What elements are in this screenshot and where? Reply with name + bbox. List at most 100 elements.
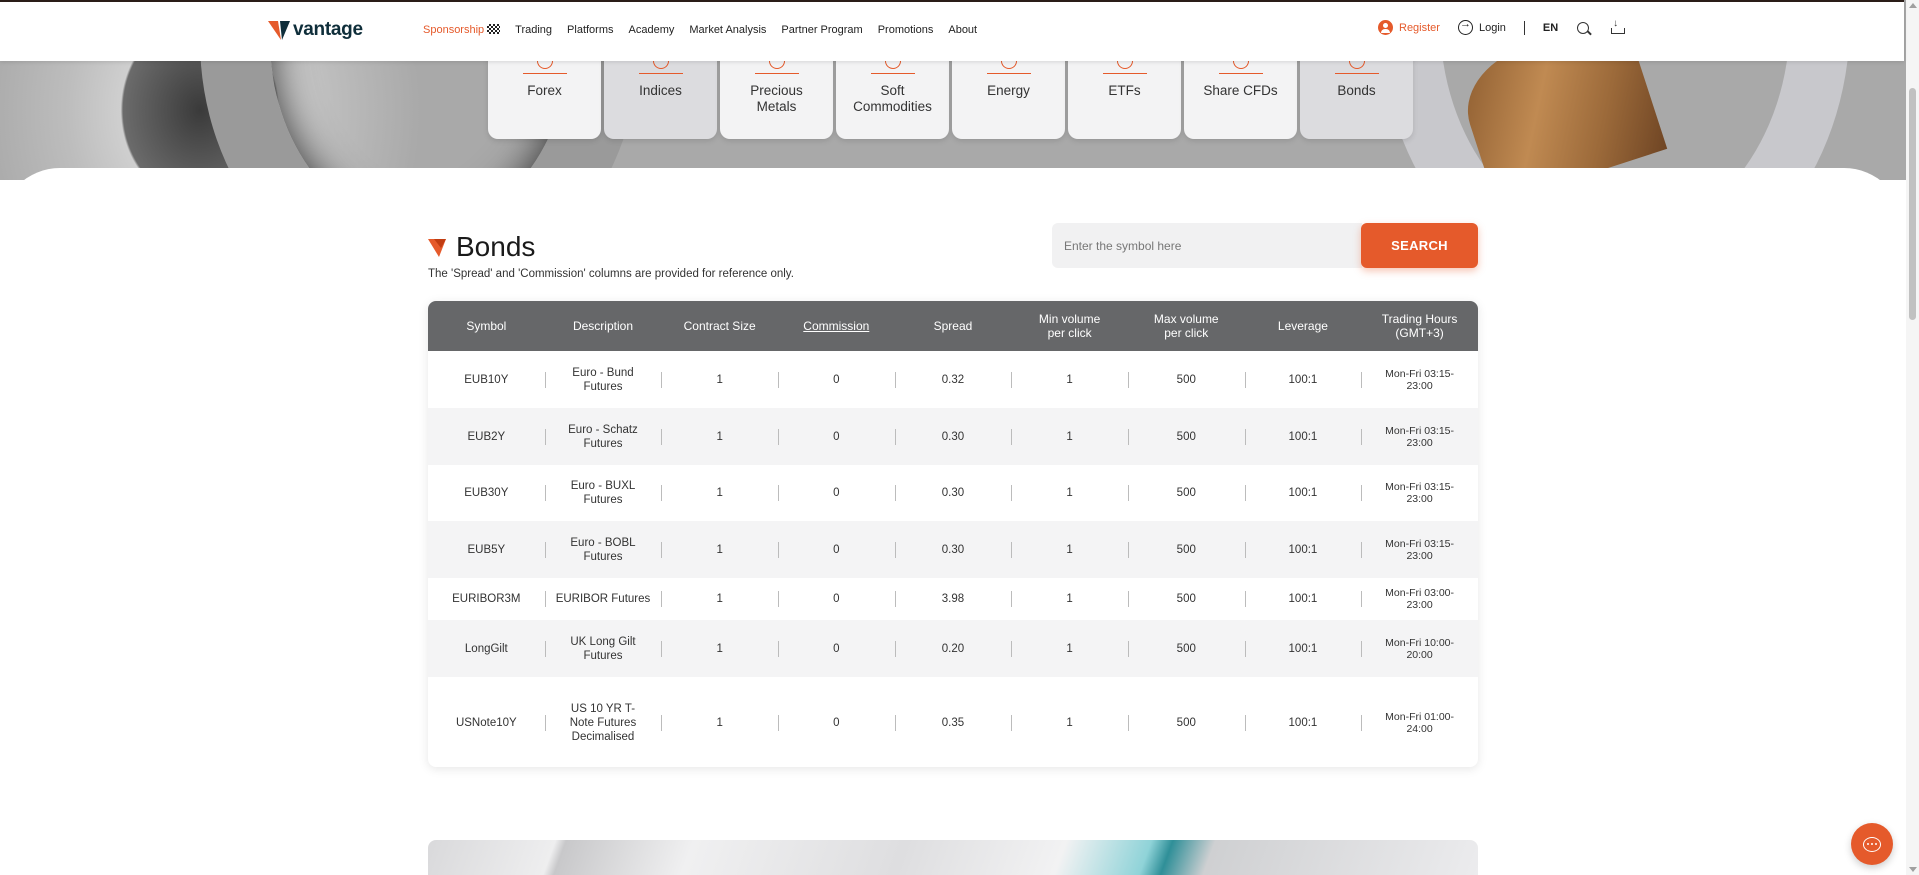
table-cell: 0 xyxy=(777,714,895,731)
column-header-label: Trading Hours (GMT+3) xyxy=(1381,312,1458,340)
column-header: Symbol xyxy=(428,301,545,351)
table-cell-text: 100:1 xyxy=(1288,593,1318,605)
table-cell-text: 1 xyxy=(1066,593,1073,605)
table-cell: UK Long Gilt Futures xyxy=(544,635,662,663)
table-cell: 1 xyxy=(1011,485,1128,501)
table-cell: 0 xyxy=(777,591,895,607)
table-cell-text: EUB5Y xyxy=(467,543,506,556)
nav-item-promotions[interactable]: Promotions xyxy=(878,24,934,36)
table-cell-text: 0.30 xyxy=(941,487,965,499)
nav-item-market-analysis[interactable]: Market Analysis xyxy=(689,24,766,36)
table-row: EUB2Y Euro - Schatz Futures 1 0 0.30 1 500 100:… xyxy=(428,408,1478,465)
section-heading: Bonds xyxy=(428,231,535,263)
vantage-logo-icon xyxy=(268,19,290,41)
table-cell-text: 500 xyxy=(1176,487,1196,499)
page-scrollbar[interactable] xyxy=(1906,0,1919,875)
table-cell: 0 xyxy=(777,428,895,445)
precious-metals-icon xyxy=(754,60,799,74)
table-cell: 100:1 xyxy=(1244,591,1362,607)
table-cell-text: 0 xyxy=(833,487,840,499)
nav-item-about[interactable]: About xyxy=(948,24,977,36)
table-cell: 1 xyxy=(1011,591,1128,607)
column-header[interactable]: Commission xyxy=(778,301,895,351)
table-cell-text: 0.35 xyxy=(941,716,965,729)
table-cell: Euro - BOBL Futures xyxy=(544,536,662,564)
table-cell-text: UK Long Gilt Futures xyxy=(570,635,636,662)
symbol-search-input[interactable] xyxy=(1064,238,1350,253)
header-divider xyxy=(1523,20,1525,35)
table-cell: 1 xyxy=(1011,714,1128,731)
table-cell: US 10 YR T-Note Futures Decimalised xyxy=(544,702,662,744)
column-header: Contract Size xyxy=(661,301,778,351)
chat-button[interactable] xyxy=(1851,823,1893,865)
table-cell: Mon-Fri 03:15-23:00 xyxy=(1361,368,1478,392)
nav-item-label: Academy xyxy=(628,24,675,36)
column-header-label: Leverage xyxy=(1277,319,1328,333)
chat-icon xyxy=(1863,836,1881,852)
table-cell: 500 xyxy=(1127,371,1245,388)
table-cell: 100:1 xyxy=(1244,541,1362,558)
table-cell: EUB5Y xyxy=(428,543,545,557)
column-header-label: Description xyxy=(572,319,633,333)
forex-icon xyxy=(522,60,567,74)
table-cell: 1 xyxy=(1011,371,1128,388)
table-cell-text: Euro - BOBL Futures xyxy=(570,536,636,563)
nav-item-platforms[interactable]: Platforms xyxy=(567,24,613,36)
table-cell-text: Mon-Fri 03:15-23:00 xyxy=(1385,424,1454,449)
column-header-label: Symbol xyxy=(466,319,507,333)
table-cell: Mon-Fri 03:00-23:00 xyxy=(1361,587,1478,611)
table-cell-text: Euro - BUXL Futures xyxy=(570,480,636,506)
bonds-icon xyxy=(1334,60,1379,74)
table-cell: 1 xyxy=(661,591,778,607)
table-cell: 0.30 xyxy=(894,428,1012,445)
table-cell-text: EURIBOR3M xyxy=(452,593,521,605)
table-cell-text: 0.30 xyxy=(941,430,965,443)
site-header: vantage Sponsorship Trading Platforms Acade… xyxy=(0,0,1904,61)
table-cell-text: 0.20 xyxy=(941,642,965,655)
nav-item-partner-program[interactable]: Partner Program xyxy=(781,24,862,36)
table-cell-text: 100:1 xyxy=(1288,430,1318,443)
scroll-down-arrow-icon[interactable] xyxy=(1909,867,1917,872)
table-cell: 1 xyxy=(1011,428,1128,445)
table-cell-text: Euro - Schatz Futures xyxy=(568,423,638,450)
energy-icon xyxy=(986,60,1031,74)
column-header-label: Spread xyxy=(933,319,973,333)
logo[interactable]: vantage xyxy=(268,19,363,41)
login-button[interactable]: Login xyxy=(1457,18,1506,35)
table-cell: Euro - BUXL Futures xyxy=(544,479,662,507)
nav-item-academy[interactable]: Academy xyxy=(629,24,675,36)
page-title: Bonds xyxy=(456,231,536,262)
nav-item-label: About xyxy=(948,24,978,36)
table-cell-text: 0 xyxy=(833,716,840,729)
table-cell-text: 1 xyxy=(716,487,723,499)
download-icon[interactable] xyxy=(1611,18,1626,34)
soft-commodities-icon xyxy=(870,60,915,74)
nav-item-sponsorship[interactable]: Sponsorship xyxy=(423,24,501,36)
table-cell: 1 xyxy=(1011,640,1128,657)
language-selector[interactable]: EN xyxy=(1543,22,1558,34)
table-cell-text: EUB30Y xyxy=(464,487,509,499)
table-cell: Mon-Fri 03:15-23:00 xyxy=(1361,481,1478,505)
promo-banner xyxy=(428,840,1478,875)
table-cell: EUB2Y xyxy=(428,430,545,444)
column-header: Trading Hours (GMT+3) xyxy=(1361,301,1478,351)
table-cell-text: 100:1 xyxy=(1288,543,1318,556)
search-icon[interactable] xyxy=(1577,21,1590,34)
category-label: Indices xyxy=(639,83,682,98)
table-cell: 1 xyxy=(661,485,778,501)
table-cell-text: EURIBOR Futures xyxy=(555,593,651,605)
column-header: Spread xyxy=(895,301,1012,351)
nav-item-trading[interactable]: Trading xyxy=(515,24,552,36)
table-body: EUB10Y Euro - Bund Futures 1 0 0.32 1 500 100:1… xyxy=(428,351,1478,767)
table-cell-text: 1 xyxy=(1066,716,1073,729)
table-cell: 0.30 xyxy=(894,541,1012,558)
table-cell-text: LongGilt xyxy=(464,642,508,655)
column-header-label: Min volume per click xyxy=(1038,312,1101,340)
login-icon xyxy=(1457,18,1473,35)
search-button[interactable]: SEARCH xyxy=(1361,223,1478,268)
table-cell-text: Mon-Fri 01:00-24:00 xyxy=(1385,710,1454,735)
scrollbar-thumb[interactable] xyxy=(1909,88,1916,320)
register-button[interactable]: Register xyxy=(1378,20,1440,35)
scroll-up-arrow-icon[interactable] xyxy=(1909,3,1917,8)
column-header: Description xyxy=(545,301,662,351)
